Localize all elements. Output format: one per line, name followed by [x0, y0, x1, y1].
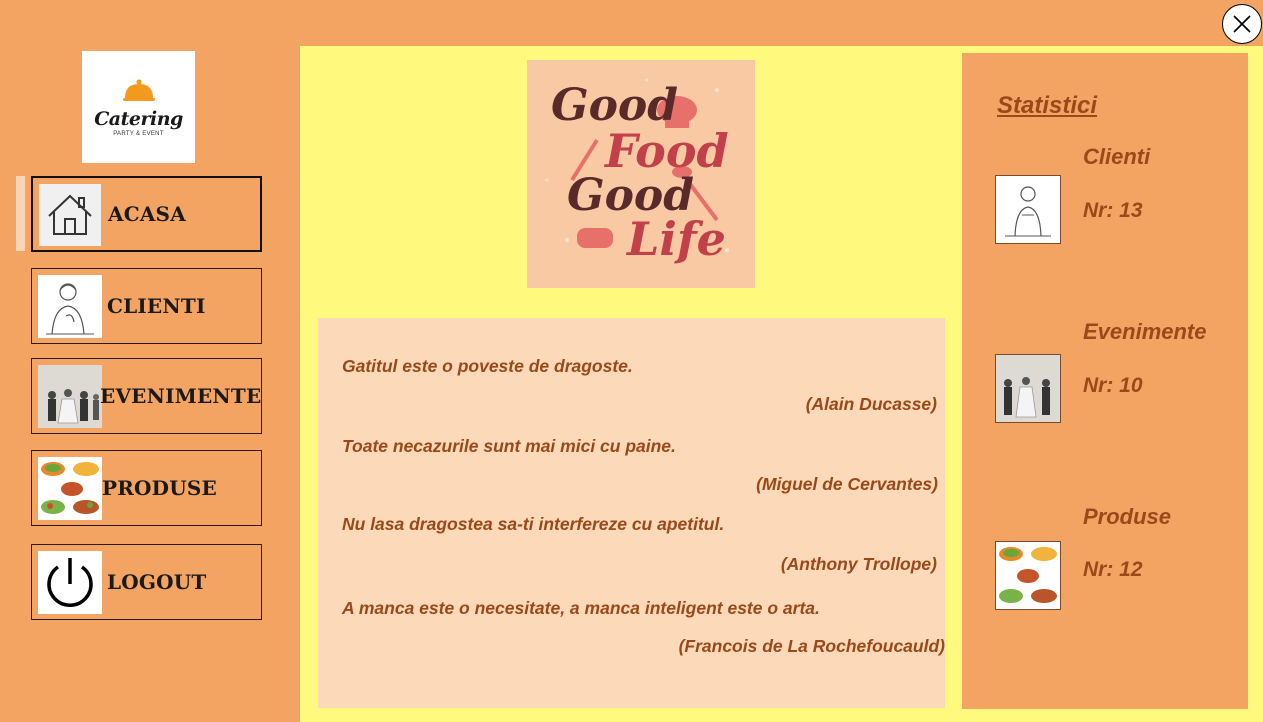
logo-subtitle: PARTY & EVENT	[113, 130, 164, 137]
products-icon	[38, 457, 102, 520]
quote-text: Nu lasa dragostea sa-ti interfereze cu a…	[342, 514, 725, 534]
nav-logout-label: LOGOUT	[107, 570, 207, 594]
nav-produse-button[interactable]: PRODUSE	[31, 450, 262, 526]
good-food-good-life-poster: Good Food Good Life	[527, 60, 755, 288]
power-icon	[38, 551, 102, 614]
quotes-box: Gatitul este o poveste de dragoste. (Ala…	[318, 318, 945, 708]
nav-produse-label: PRODUSE	[102, 476, 217, 500]
nav-clienti-button[interactable]: CLIENTI	[31, 268, 262, 344]
quote-author: (Alain Ducasse)	[805, 394, 937, 414]
close-button[interactable]	[1222, 4, 1262, 44]
stat-produse-value: Nr: 12	[1083, 558, 1143, 581]
stat-clienti-value: Nr: 13	[1083, 199, 1143, 222]
stat-evenimente-icon	[995, 354, 1061, 423]
quote-text: Gatitul este o poveste de dragoste.	[342, 356, 633, 376]
quote-text: Toate necazurile sunt mai mici cu paine.	[342, 436, 676, 456]
stat-produse-icon	[995, 541, 1061, 610]
catering-logo: Catering PARTY & EVENT	[82, 51, 195, 163]
close-icon	[1233, 15, 1251, 33]
stats-title: Statistici	[997, 92, 1098, 119]
stat-evenimente-label: Evenimente	[1083, 319, 1207, 344]
nav-evenimente-label: EVENIMENTE	[100, 384, 262, 408]
logo-word: Catering	[94, 107, 183, 130]
client-icon	[38, 275, 102, 338]
events-icon	[38, 365, 102, 428]
nav-acasa-label: ACASA	[108, 202, 186, 226]
nav-evenimente-button[interactable]: EVENIMENTE	[31, 358, 262, 434]
active-nav-indicator	[16, 176, 25, 251]
home-icon	[39, 184, 101, 246]
stat-produse-label: Produse	[1083, 504, 1172, 529]
poster-word-life: Life	[627, 212, 726, 266]
nav-clienti-label: CLIENTI	[107, 294, 206, 318]
cloche-icon	[122, 79, 155, 101]
stat-clienti-icon	[995, 175, 1061, 244]
quote-author: (Francois de La Rochefoucauld)	[678, 636, 945, 656]
nav-logout-button[interactable]: LOGOUT	[31, 544, 262, 620]
quote-author: (Anthony Trollope)	[780, 554, 937, 574]
quote-text: A manca este o necesitate, a manca intel…	[342, 598, 820, 618]
quote-author: (Miguel de Cervantes)	[756, 474, 938, 494]
stat-clienti-label: Clienti	[1083, 144, 1151, 169]
stat-evenimente-value: Nr: 10	[1083, 374, 1143, 397]
nav-acasa-button[interactable]: ACASA	[31, 176, 262, 252]
